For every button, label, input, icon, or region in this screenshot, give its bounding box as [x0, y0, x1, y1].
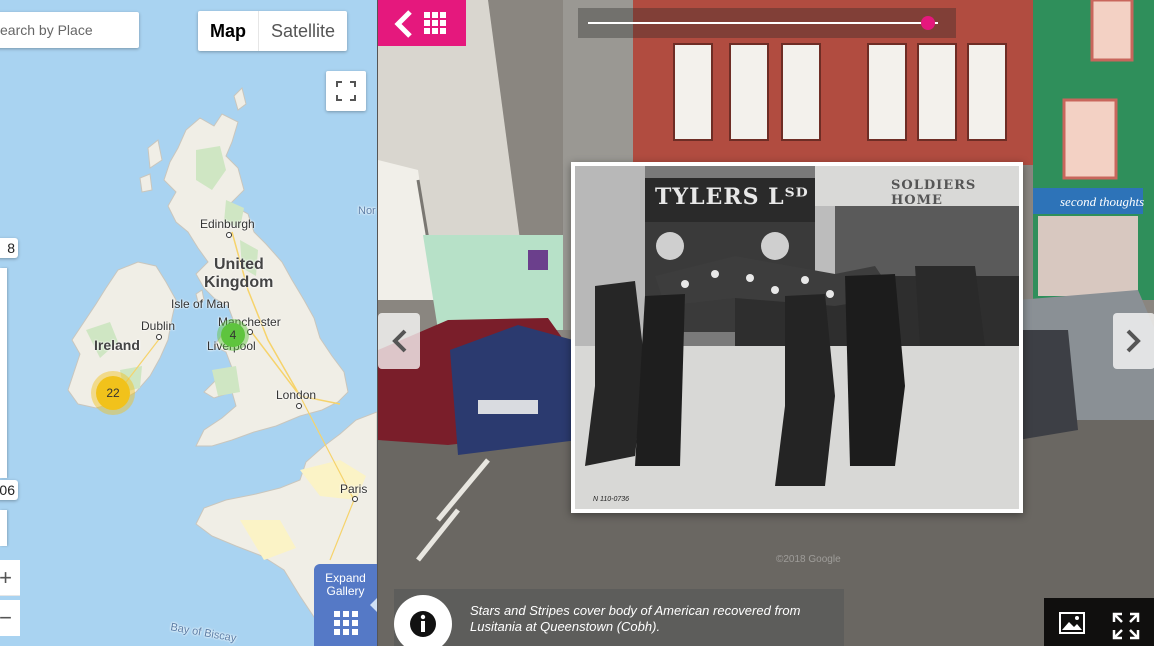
expand-gallery-button[interactable]: Expand Gallery [314, 564, 377, 646]
map-type-satellite-button[interactable]: Satellite [259, 11, 347, 51]
photo-sign-tylers: TYLERS Lᵀᴰ [655, 184, 809, 210]
place-label-ireland: Ireland [94, 337, 140, 353]
street-view-pane[interactable]: second thoughts TYLERS Lᵀᴰ SOLDIERS HOME… [377, 0, 1154, 646]
app-root: earch by Place Map Satellite Nor Edinbur… [0, 0, 1154, 646]
overlay-slider-track[interactable] [588, 22, 938, 24]
historic-photo-overlay[interactable]: TYLERS Lᵀᴰ SOLDIERS HOME N 110-0736 [571, 162, 1023, 513]
grid-icon [334, 611, 358, 635]
gallery-arrow-icon [370, 598, 377, 612]
city-dot-paris [352, 496, 358, 502]
place-label-united: United [214, 256, 264, 273]
photo-cluster-ireland[interactable]: 22 [96, 376, 130, 410]
year-slider-track[interactable] [0, 268, 7, 478]
city-dot-edinburgh [226, 232, 232, 238]
place-label-edinburgh: Edinburgh [200, 217, 255, 231]
year-slider-track-lower[interactable] [0, 510, 7, 546]
place-label-paris: Paris [340, 482, 368, 496]
city-dot-manchester [247, 329, 253, 335]
chevron-right-icon [1126, 329, 1141, 353]
next-photo-button[interactable] [1113, 313, 1154, 369]
back-to-gallery-button[interactable] [378, 0, 466, 46]
place-label-isle-of-man: Isle of Man [171, 297, 230, 311]
toggle-image-button[interactable] [1059, 612, 1085, 639]
place-label-kingdom: Kingdom [204, 274, 274, 291]
chevron-left-icon [394, 10, 412, 38]
google-watermark: ©2018 Google [776, 554, 841, 565]
zoom-out-button[interactable]: − [0, 600, 20, 636]
overlay-opacity-slider[interactable] [578, 8, 956, 38]
photo-negative-number: N 110-0736 [593, 496, 630, 503]
city-dot-dublin [156, 334, 162, 340]
year-slider-top-value[interactable]: 8 [0, 238, 18, 258]
viewer-controls [1044, 598, 1154, 646]
info-icon [410, 611, 436, 637]
city-dot-london [296, 403, 302, 409]
map-pane[interactable]: earch by Place Map Satellite Nor Edinbur… [0, 0, 377, 646]
image-icon [1059, 612, 1085, 634]
expand-gallery-label-2: Gallery [326, 584, 365, 598]
place-label-london: London [276, 388, 317, 402]
map-fullscreen-button[interactable] [326, 71, 366, 111]
info-button[interactable] [394, 595, 452, 646]
photo-cluster-liverpool[interactable]: 4 [221, 323, 245, 347]
historic-photo [575, 166, 1019, 509]
storefront-sign: second thoughts [1060, 194, 1144, 209]
year-slider-bottom-value[interactable]: 06 [0, 480, 18, 500]
chevron-left-icon [392, 329, 407, 353]
map-land [67, 87, 377, 646]
fullscreen-icon [1112, 612, 1140, 640]
map-type-control[interactable]: Map Satellite [198, 11, 348, 51]
previous-photo-button[interactable] [378, 313, 420, 369]
viewer-fullscreen-button[interactable] [1112, 612, 1140, 645]
map-type-map-button[interactable]: Map [198, 11, 259, 51]
search-input[interactable]: earch by Place [0, 12, 139, 48]
grid-icon [424, 12, 446, 34]
place-label-dublin: Dublin [141, 319, 176, 333]
place-label-north-sea: Nor [358, 205, 376, 217]
photo-sign-soldiers-home: SOLDIERS HOME [891, 178, 977, 208]
overlay-slider-knob[interactable] [920, 16, 935, 30]
photo-caption: Stars and Stripes cover body of American… [394, 589, 844, 646]
fullscreen-icon [336, 81, 356, 101]
zoom-in-button[interactable]: + [0, 560, 20, 596]
